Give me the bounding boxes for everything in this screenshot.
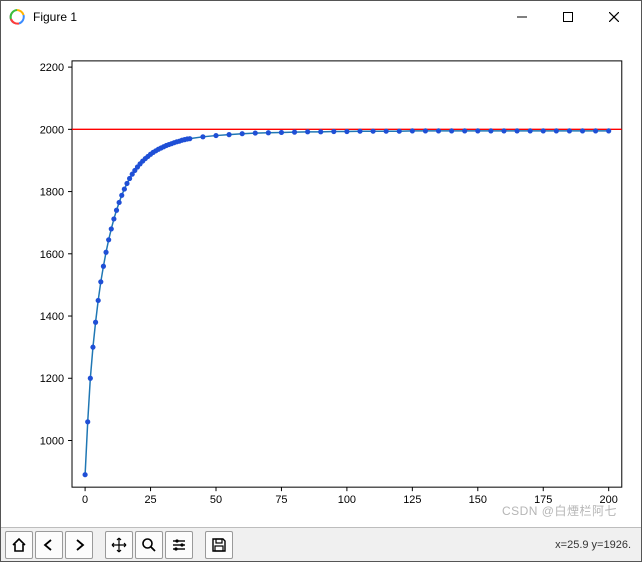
svg-text:50: 50 bbox=[210, 494, 222, 506]
home-button[interactable] bbox=[5, 531, 33, 559]
toolbar: x=25.9 y=1926. bbox=[1, 527, 641, 561]
svg-text:25: 25 bbox=[144, 494, 156, 506]
back-button[interactable] bbox=[35, 531, 63, 559]
pan-button[interactable] bbox=[105, 531, 133, 559]
close-icon bbox=[609, 12, 619, 22]
sliders-icon bbox=[171, 537, 187, 553]
zoom-icon bbox=[141, 537, 157, 553]
svg-text:2000: 2000 bbox=[40, 124, 64, 136]
minimize-icon bbox=[517, 12, 527, 22]
svg-text:75: 75 bbox=[275, 494, 287, 506]
forward-button[interactable] bbox=[65, 531, 93, 559]
svg-text:1400: 1400 bbox=[40, 311, 64, 323]
move-icon bbox=[111, 537, 127, 553]
arrow-left-icon bbox=[41, 537, 57, 553]
svg-text:125: 125 bbox=[403, 494, 421, 506]
svg-text:175: 175 bbox=[534, 494, 552, 506]
plot-svg: 0 25 50 75 100 125 150 175 200 1000 1200 1400 1600 18… bbox=[1, 33, 641, 527]
home-icon bbox=[11, 537, 27, 553]
save-icon bbox=[211, 537, 227, 553]
configure-button[interactable] bbox=[165, 531, 193, 559]
svg-text:200: 200 bbox=[600, 494, 618, 506]
svg-text:1800: 1800 bbox=[40, 187, 64, 199]
arrow-right-icon bbox=[71, 537, 87, 553]
svg-text:100: 100 bbox=[338, 494, 356, 506]
minimize-button[interactable] bbox=[499, 1, 545, 33]
svg-text:1200: 1200 bbox=[40, 373, 64, 385]
close-button[interactable] bbox=[591, 1, 637, 33]
svg-text:1600: 1600 bbox=[40, 249, 64, 261]
window-title: Figure 1 bbox=[33, 10, 77, 24]
svg-text:0: 0 bbox=[82, 494, 88, 506]
titlebar: Figure 1 bbox=[1, 1, 641, 33]
zoom-button[interactable] bbox=[135, 531, 163, 559]
svg-text:2200: 2200 bbox=[40, 62, 64, 74]
maximize-button[interactable] bbox=[545, 1, 591, 33]
svg-text:1000: 1000 bbox=[40, 435, 64, 447]
coord-readout: x=25.9 y=1926. bbox=[555, 539, 637, 551]
app-icon bbox=[9, 9, 25, 25]
figure-window: Figure 1 0 25 50 75 100 125 150 175 200 1000 1200 1… bbox=[0, 0, 642, 562]
maximize-icon bbox=[563, 12, 573, 22]
save-button[interactable] bbox=[205, 531, 233, 559]
svg-text:150: 150 bbox=[469, 494, 487, 506]
plot-canvas[interactable]: 0 25 50 75 100 125 150 175 200 1000 1200 1400 1600 18… bbox=[1, 33, 641, 527]
